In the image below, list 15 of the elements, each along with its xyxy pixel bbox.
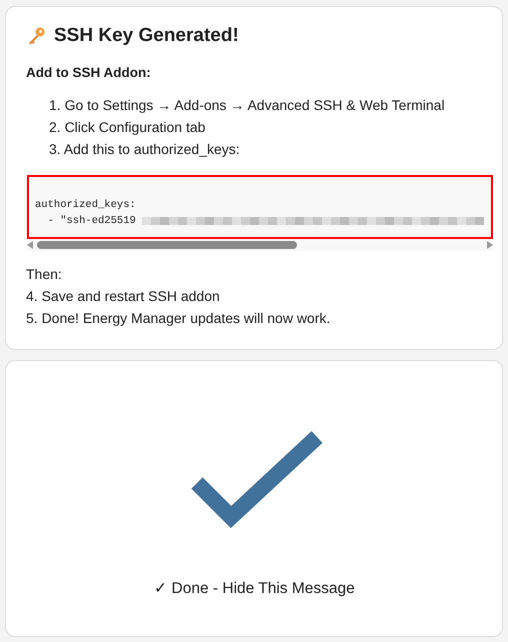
step-text: 4. Save and restart SSH addon (26, 287, 221, 306)
step-text: 3. Add this to authorized_keys: (49, 140, 241, 159)
step-text: 2. Click Configuration tab (49, 118, 206, 137)
step-text: 5. Done! Energy Manager updates will now work. (26, 309, 332, 328)
hide-message-button[interactable]: ✓ Done - Hide This Message (146, 575, 363, 602)
code-line: authorized_keys: (35, 198, 137, 213)
scrollbar-thumb[interactable] (37, 241, 297, 249)
step-text: 1. Go to Settings → Add-ons → Advanced SSH & Web Terminal (49, 96, 446, 115)
section-heading: Add to SSH Addon: (26, 65, 152, 80)
scroll-left-icon[interactable] (27, 241, 33, 249)
then-label: Then: (26, 265, 63, 284)
card-title: SSH Key Generated! (54, 25, 239, 47)
code-line: - "ssh-ed25519 (46, 214, 136, 229)
horizontal-scrollbar[interactable] (27, 239, 493, 251)
scroll-right-icon[interactable] (487, 241, 493, 249)
